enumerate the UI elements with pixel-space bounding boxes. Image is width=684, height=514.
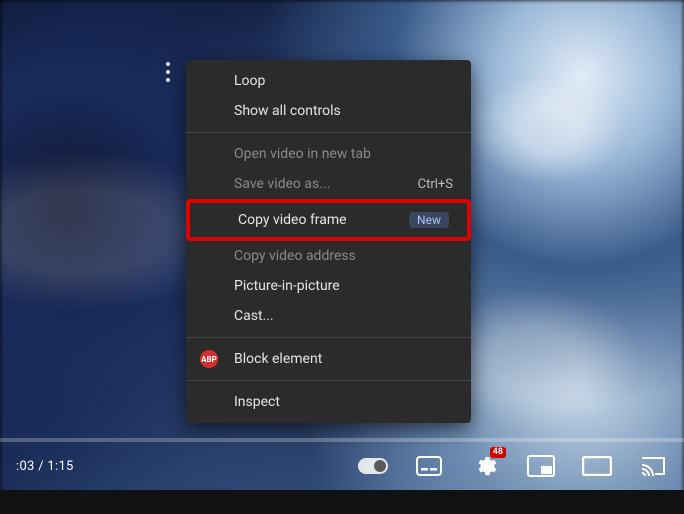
time-separator: / [35,459,48,474]
menu-item-copy-video-frame[interactable]: Copy video frame New [190,205,467,235]
menu-item-label: Cast... [234,308,453,324]
menu-separator [186,380,471,381]
time-current: :03 [16,459,35,474]
menu-item-label: Copy video address [234,248,453,264]
miniplayer-button[interactable] [526,451,556,481]
menu-item-loop[interactable]: Loop [186,66,471,96]
subtitles-button[interactable] [414,451,444,481]
player-control-bar: :03 / 1:15 48 [0,442,684,490]
autoplay-toggle[interactable] [358,451,388,481]
menu-separator [186,132,471,133]
menu-item-save-video-as: Save video as... Ctrl+S [186,169,471,199]
time-display: :03 / 1:15 [16,459,74,474]
menu-item-label: Show all controls [234,103,453,119]
menu-item-label: Block element [234,351,453,367]
miniplayer-icon [527,455,555,477]
menu-item-inspect[interactable]: Inspect [186,387,471,417]
annotation-highlight: Copy video frame New [186,199,471,241]
theater-button[interactable] [582,451,612,481]
menu-separator [186,337,471,338]
time-total: 1:15 [47,459,73,474]
theater-icon [582,456,612,476]
menu-item-shortcut: Ctrl+S [418,177,453,192]
menu-item-cast[interactable]: Cast... [186,301,471,331]
menu-item-copy-video-address: Copy video address [186,241,471,271]
menu-item-picture-in-picture[interactable]: Picture-in-picture [186,271,471,301]
menu-item-open-new-tab: Open video in new tab [186,139,471,169]
settings-button[interactable]: 48 [470,451,500,481]
menu-item-label: Save video as... [234,176,418,192]
kebab-icon[interactable] [160,58,176,86]
menu-item-label: Picture-in-picture [234,278,453,294]
menu-item-label: Copy video frame [238,212,399,228]
cast-icon [640,455,666,477]
menu-item-label: Inspect [234,394,453,410]
settings-badge: 48 [490,447,506,458]
menu-item-label: Open video in new tab [234,146,453,162]
abp-icon: ABP [200,350,218,368]
context-menu: Loop Show all controls Open video in new… [186,60,471,423]
new-badge: New [409,212,449,228]
menu-item-block-element[interactable]: ABP Block element [186,344,471,374]
menu-item-label: Loop [234,73,453,89]
bottom-strip [0,490,684,514]
subtitles-icon [416,456,442,476]
cast-button[interactable] [638,451,668,481]
controls-right: 48 [358,451,668,481]
menu-item-show-all-controls[interactable]: Show all controls [186,96,471,126]
